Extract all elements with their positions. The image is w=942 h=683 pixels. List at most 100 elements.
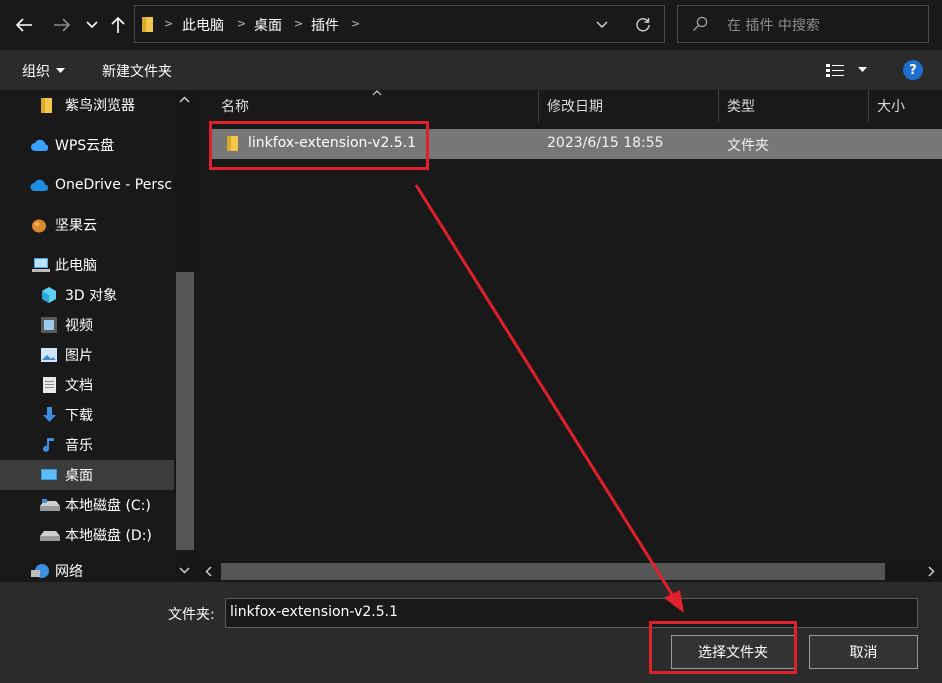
folder-icon	[142, 17, 153, 32]
column-divider[interactable]	[538, 90, 539, 122]
breadcrumb-desktop[interactable]: 桌面	[254, 15, 282, 35]
video-icon	[41, 317, 57, 333]
onedrive-icon	[30, 179, 49, 191]
nav-item-label: 本地磁盘 (C:)	[65, 498, 151, 514]
picture-icon	[41, 348, 57, 362]
download-icon	[43, 407, 56, 422]
folder-field-label: 文件夹:	[168, 607, 215, 623]
nav-item-desktop[interactable]: 桌面	[0, 460, 174, 490]
cloud-icon	[31, 139, 49, 151]
new-folder-button[interactable]: 新建文件夹	[102, 61, 172, 81]
column-header-size[interactable]: 大小	[877, 90, 905, 122]
cube-icon	[42, 287, 56, 303]
nav-item-label: 紫鸟浏览器	[65, 98, 135, 114]
drive-icon	[40, 531, 60, 541]
scroll-left-icon	[205, 566, 212, 577]
breadcrumb-plugins[interactable]: 插件	[311, 15, 339, 35]
document-icon	[43, 377, 56, 393]
nav-item-drive-c[interactable]: 本地磁盘 (C:)	[0, 490, 174, 520]
folder-name-value: linkfox-extension-v2.5.1	[230, 604, 398, 620]
annotation-highlight-folder	[209, 121, 429, 170]
file-type: 文件夹	[727, 138, 769, 154]
network-icon	[31, 564, 49, 578]
nav-item-label: 3D 对象	[65, 288, 118, 304]
nav-item-videos[interactable]: 视频	[0, 310, 174, 340]
organize-label: 组织	[22, 64, 50, 80]
nav-item-label: 坚果云	[55, 218, 97, 234]
breadcrumb-separator-icon: >	[294, 17, 304, 30]
search-box[interactable]: 在 插件 中搜索	[677, 5, 929, 43]
forward-button[interactable]	[48, 10, 76, 40]
search-placeholder: 在 插件 中搜索	[727, 18, 820, 34]
caret-down-icon	[857, 67, 867, 72]
search-icon	[693, 16, 708, 31]
drive-icon	[40, 499, 60, 511]
breadcrumb-separator-icon: >	[164, 17, 174, 30]
forward-arrow-icon	[54, 18, 71, 32]
file-modified: 2023/6/15 18:55	[547, 135, 664, 151]
nav-item-wps-cloud[interactable]: WPS云盘	[0, 130, 174, 160]
music-icon	[43, 438, 54, 452]
nav-item-label: OneDrive - Persc	[55, 177, 173, 193]
scrollbar-thumb[interactable]	[176, 272, 194, 550]
back-arrow-icon	[15, 18, 32, 32]
breadcrumb-separator-icon: >	[351, 17, 361, 30]
nav-item-3d-objects[interactable]: 3D 对象	[0, 280, 174, 310]
nut-icon	[32, 219, 46, 233]
view-options-button[interactable]	[824, 60, 846, 80]
desktop-icon	[41, 469, 57, 480]
scroll-right-icon	[928, 566, 935, 577]
scroll-down-icon	[179, 567, 190, 574]
folder-icon	[41, 97, 52, 113]
nav-item-label: 音乐	[65, 438, 93, 454]
nav-item-label: 网络	[55, 564, 83, 580]
folder-name-input[interactable]: linkfox-extension-v2.5.1	[225, 598, 918, 628]
chevron-down-icon	[596, 21, 608, 29]
navigation-scrollbar[interactable]	[174, 90, 196, 582]
recent-locations-button[interactable]	[80, 10, 104, 40]
nav-item-pictures[interactable]: 图片	[0, 340, 174, 370]
address-dropdown-button[interactable]	[591, 14, 613, 36]
nav-item-label: 图片	[65, 348, 93, 364]
nav-item-music[interactable]: 音乐	[0, 430, 174, 460]
nav-item-label: 本地磁盘 (D:)	[65, 528, 152, 544]
column-divider[interactable]	[718, 90, 719, 122]
computer-icon	[32, 258, 50, 272]
nav-item-label: 此电脑	[55, 258, 97, 274]
scrollbar-thumb[interactable]	[221, 563, 885, 580]
column-divider[interactable]	[868, 90, 869, 122]
sort-ascending-icon	[372, 90, 382, 96]
chevron-down-icon	[86, 21, 98, 29]
help-icon: ?	[909, 62, 917, 78]
nav-item-jianguoyun[interactable]: 坚果云	[0, 210, 174, 240]
nav-item-label: 视频	[65, 318, 93, 334]
horizontal-scrollbar[interactable]	[197, 561, 942, 582]
nav-item-ziniao-browser[interactable]: 紫鸟浏览器	[0, 90, 174, 120]
details-view-icon	[826, 64, 844, 77]
up-button[interactable]	[106, 10, 130, 40]
up-arrow-icon	[111, 16, 125, 33]
organize-button[interactable]: 组织	[22, 60, 65, 82]
nav-item-documents[interactable]: 文档	[0, 370, 174, 400]
refresh-button[interactable]	[631, 13, 655, 37]
nav-item-label: 桌面	[65, 468, 93, 484]
breadcrumb-this-pc[interactable]: 此电脑	[182, 15, 224, 35]
nav-item-label: 文档	[65, 378, 93, 394]
scroll-up-icon	[179, 96, 190, 103]
column-header-modified[interactable]: 修改日期	[547, 90, 603, 122]
nav-item-drive-d[interactable]: 本地磁盘 (D:)	[0, 520, 174, 550]
nav-item-network[interactable]: 网络	[0, 560, 174, 582]
breadcrumb-separator-icon: >	[237, 17, 247, 30]
nav-item-onedrive[interactable]: OneDrive - Persc	[0, 170, 174, 200]
column-header-type[interactable]: 类型	[727, 90, 755, 122]
address-bar[interactable]: > 此电脑 > 桌面 > 插件 >	[134, 5, 665, 43]
nav-item-label: 下载	[65, 408, 93, 424]
nav-item-this-pc[interactable]: 此电脑	[0, 250, 174, 280]
view-dropdown-button[interactable]	[854, 62, 870, 78]
help-button[interactable]: ?	[903, 60, 923, 80]
column-header-name[interactable]: 名称	[221, 90, 249, 122]
cancel-button[interactable]: 取消	[809, 635, 918, 669]
nav-item-downloads[interactable]: 下载	[0, 400, 174, 430]
annotation-highlight-select-button	[649, 621, 797, 674]
back-button[interactable]	[10, 10, 38, 40]
